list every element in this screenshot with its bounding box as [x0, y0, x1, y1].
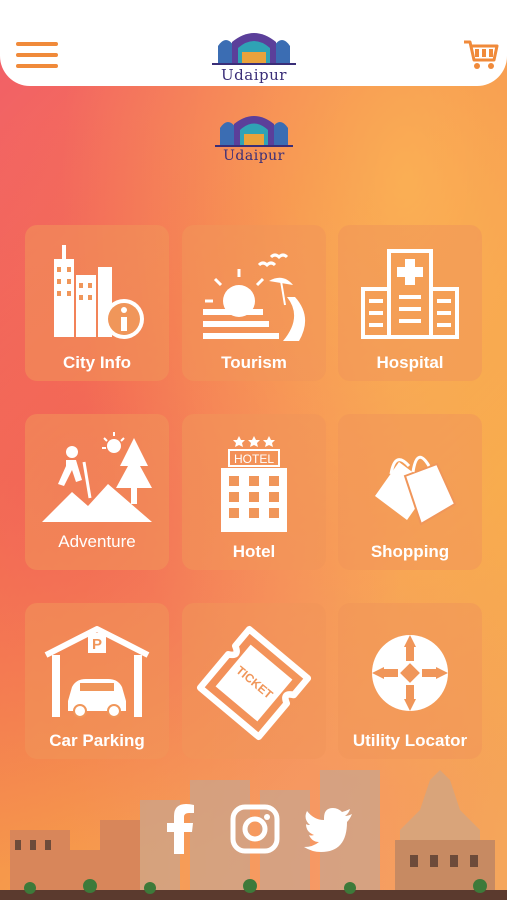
tile-label: Hospital: [376, 353, 444, 372]
tile-label: Car Parking: [49, 731, 145, 750]
parking-sign-text: P: [92, 636, 102, 653]
header-logo: Udaipur: [208, 24, 300, 86]
tile-label: Shopping: [370, 542, 450, 561]
twitter-icon: [304, 808, 352, 852]
shopping-bags-icon: [375, 455, 457, 526]
facebook-icon: [167, 804, 194, 854]
header-bar: Udaipur: [0, 0, 507, 86]
shopping-cart-icon: [464, 40, 499, 69]
hamburger-menu-icon: [16, 42, 58, 46]
cart-button[interactable]: [462, 36, 500, 72]
hamburger-line: [16, 53, 58, 57]
hotel-icon: HOTEL: [221, 436, 287, 532]
utility-locator-icon: [372, 635, 448, 711]
instagram-button[interactable]: [228, 802, 282, 856]
city-info-icon: [54, 245, 144, 339]
tourism-icon: [203, 253, 306, 341]
tile-label: City Info: [63, 353, 131, 372]
tile-shopping[interactable]: Shopping: [338, 414, 482, 570]
tile-hospital[interactable]: Hospital: [338, 225, 482, 381]
ticket-icon: TICKET: [196, 625, 312, 741]
tile-label: Adventure: [58, 532, 136, 551]
logo-text: Udaipur: [223, 148, 285, 164]
hospital-icon: [361, 249, 459, 339]
hamburger-line: [16, 64, 58, 68]
car-parking-icon: P: [44, 626, 150, 718]
logo-text: Udaipur: [221, 66, 287, 84]
tile-city-info[interactable]: City Info: [25, 225, 169, 381]
main-logo: Udaipur: [212, 108, 296, 166]
tile-label: Hotel: [232, 542, 276, 561]
tile-car-parking[interactable]: P Car Parking: [25, 603, 169, 759]
tile-ticket[interactable]: TICKET: [182, 603, 326, 759]
tile-hotel[interactable]: HOTEL Hotel: [182, 414, 326, 570]
tile-tourism[interactable]: Tourism: [182, 225, 326, 381]
hotel-sign-text: HOTEL: [234, 452, 274, 466]
tile-adventure[interactable]: Adventure: [25, 414, 169, 570]
menu-button[interactable]: [16, 40, 58, 70]
tile-label: Utility Locator: [352, 731, 468, 750]
twitter-button[interactable]: [302, 802, 356, 856]
adventure-icon: [42, 432, 152, 522]
facebook-button[interactable]: [154, 802, 208, 856]
instagram-icon: [230, 804, 280, 854]
tile-utility-locator[interactable]: Utility Locator: [338, 603, 482, 759]
tile-label: Tourism: [221, 353, 287, 372]
